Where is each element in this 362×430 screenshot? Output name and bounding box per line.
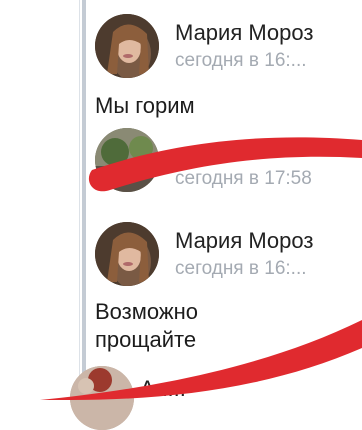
comment-timestamp[interactable]: сегодня в 16:... [175, 50, 307, 72]
thread-connector-line [82, 0, 86, 400]
profile-photo-icon [95, 14, 159, 78]
comment-text-line: Мы горим [95, 93, 195, 118]
avatar[interactable] [95, 222, 159, 286]
comment-timestamp[interactable]: сегодня в 17:58 [175, 168, 312, 190]
comment-author[interactable]: Мария Мороз [175, 228, 313, 254]
profile-photo-icon [95, 222, 159, 286]
comment-text: Возможно прощайте [95, 298, 198, 354]
avatar[interactable] [95, 128, 159, 192]
avatar[interactable] [70, 366, 134, 430]
comment-text-line: Возможно [95, 299, 198, 324]
comment-4: Ал... [70, 366, 362, 430]
comment-3: Мария Мороз сегодня в 16:... Возможно пр… [95, 222, 362, 362]
comment-text-line: прощайте [95, 327, 197, 352]
comment-2: сегодня в 17:58 [95, 128, 362, 198]
profile-photo-icon [70, 366, 134, 430]
thread-connector-line-shadow [79, 0, 80, 400]
comment-author[interactable]: Ал... [140, 376, 186, 402]
comment-author[interactable]: Мария Мороз [175, 20, 313, 46]
avatar[interactable] [95, 14, 159, 78]
comment-timestamp[interactable]: сегодня в 16:... [175, 258, 307, 280]
comment-1: Мария Мороз сегодня в 16:... Мы горим [95, 14, 362, 124]
profile-photo-icon [95, 128, 159, 192]
comment-text: Мы горим [95, 92, 195, 120]
